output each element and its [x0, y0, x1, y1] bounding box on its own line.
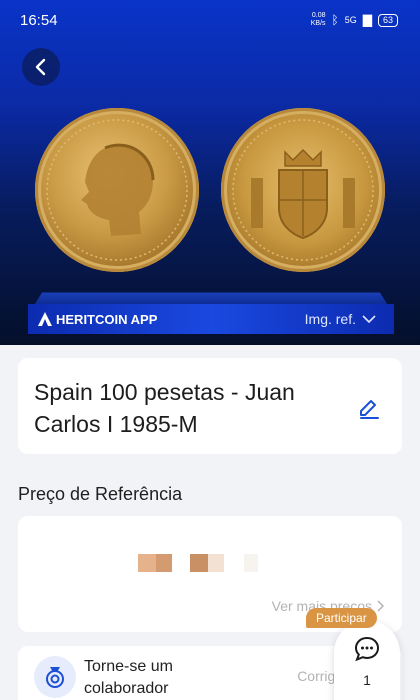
blurred-price-1 — [138, 554, 156, 572]
chevron-left-icon — [35, 58, 46, 76]
blurred-price-2 — [156, 554, 172, 572]
coin-reverse-image[interactable] — [221, 108, 385, 272]
blurred-price-5 — [244, 554, 258, 572]
pencil-icon — [360, 400, 379, 419]
heritcoin-logo-icon — [38, 312, 52, 326]
battery-icon: 63 — [377, 13, 398, 27]
chevron-down-icon — [362, 315, 376, 324]
brand-name: HERITCOIN APP — [56, 311, 158, 327]
brand-logo: HERITCOIN APP — [36, 310, 157, 328]
coin-obverse-image[interactable] — [35, 108, 199, 272]
back-button[interactable] — [22, 48, 60, 86]
chevron-right-icon — [377, 600, 384, 612]
image-platform: HERITCOIN APP Img. ref. — [28, 292, 394, 342]
platform-front: HERITCOIN APP Img. ref. — [28, 304, 394, 334]
coin-hero: 16:54 0.08 KB/s ᛒ 5G ▇ 63 HERITCOIN APP … — [0, 0, 420, 345]
image-reference-label: Img. ref. — [304, 311, 356, 327]
become-collaborator-text: Torne-se um colaborador — [84, 658, 173, 697]
blurred-price-4 — [208, 554, 224, 572]
network-speed: 0.08 KB/s — [310, 12, 326, 27]
chat-bubble-icon — [354, 636, 380, 662]
reference-price-title: Preço de Referência — [18, 484, 183, 504]
chat-count: 1 — [363, 672, 371, 688]
status-bar: 16:54 0.08 KB/s ᛒ 5G ▇ 63 — [0, 0, 420, 40]
edit-button[interactable] — [356, 394, 382, 420]
chat-button[interactable]: 1 — [334, 620, 400, 700]
image-reference-dropdown[interactable]: Img. ref. — [305, 311, 376, 327]
bluetooth-icon: ᛒ — [331, 13, 339, 27]
king-portrait-illustration — [46, 119, 188, 261]
network-label: 5G — [344, 15, 357, 25]
blurred-price-3 — [190, 554, 208, 572]
status-time: 16:54 — [20, 12, 58, 29]
coat-of-arms-illustration — [232, 119, 374, 261]
medal-icon — [34, 656, 76, 698]
coin-title: Spain 100 pesetas - Juan Carlos I 1985-M — [34, 379, 295, 437]
signal-icon: ▇ — [362, 13, 372, 27]
participar-badge[interactable]: Participar — [306, 608, 377, 628]
coin-title-card: Spain 100 pesetas - Juan Carlos I 1985-M — [18, 358, 402, 454]
status-indicators: 0.08 KB/s ᛒ 5G ▇ 63 — [311, 12, 398, 28]
